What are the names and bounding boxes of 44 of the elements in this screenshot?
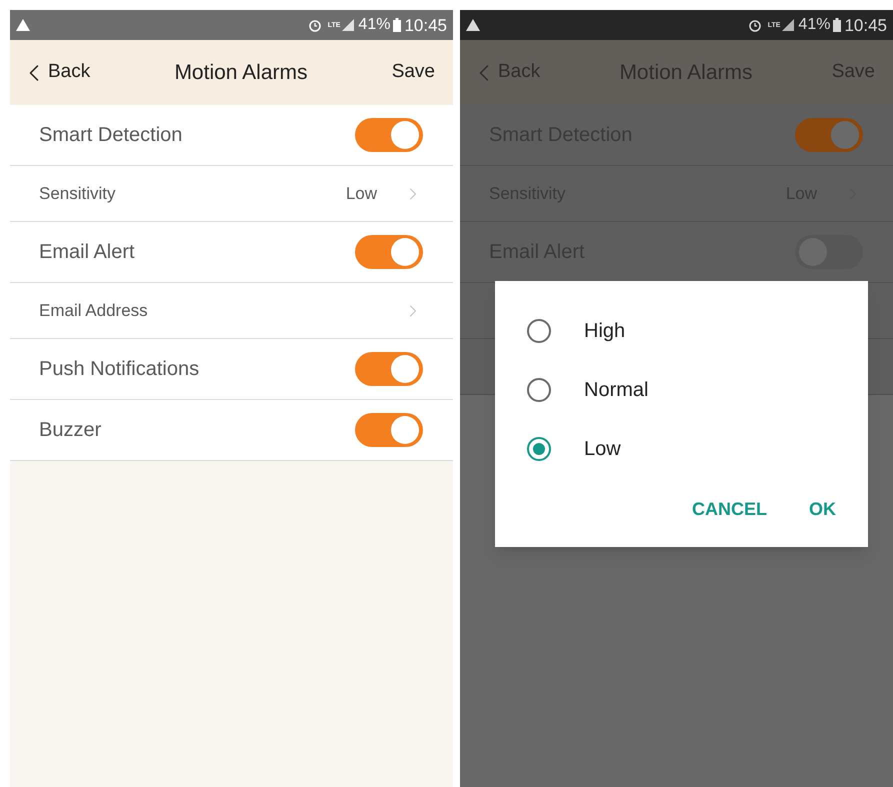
toggle-switch[interactable] [795, 118, 863, 152]
radio-button[interactable] [527, 318, 551, 342]
battery-icon [833, 18, 842, 32]
radio-option[interactable]: Low [495, 419, 868, 478]
radio-button[interactable] [527, 378, 551, 402]
settings-row[interactable]: Buzzer [10, 400, 453, 461]
radio-button[interactable] [527, 436, 551, 460]
toggle-switch[interactable] [355, 413, 423, 447]
setting-label: Email Alert [39, 240, 135, 265]
option-label: High [584, 318, 626, 344]
signal-icon [342, 19, 354, 31]
toggle-switch[interactable] [355, 235, 423, 269]
warning-icon [16, 19, 30, 31]
battery-percent: 41% [798, 17, 830, 33]
signal-icon [782, 19, 794, 31]
save-button[interactable]: Save [392, 58, 435, 87]
back-button[interactable]: Back [20, 58, 90, 87]
setting-value: Low [346, 182, 377, 205]
settings-row[interactable]: Smart Detection [10, 105, 453, 166]
settings-row[interactable]: Email Alert [10, 222, 453, 283]
radio-option[interactable]: High [495, 301, 868, 360]
option-label: Low [584, 436, 621, 462]
dialog-button[interactable]: CANCEL [680, 490, 779, 529]
setting-label: Email Address [39, 300, 148, 322]
setting-label: Push Notifications [39, 357, 200, 382]
toggle-switch[interactable] [355, 352, 423, 386]
setting-label: Buzzer [39, 418, 102, 443]
warning-icon [466, 19, 480, 31]
setting-label: Sensitivity [39, 182, 116, 205]
option-label: Normal [584, 378, 648, 402]
battery-percent: 41% [358, 17, 390, 33]
clock-time: 10:45 [404, 16, 447, 34]
toggle-switch[interactable] [355, 118, 423, 152]
settings-row[interactable]: Email Address [10, 283, 453, 339]
settings-row[interactable]: Push Notifications [10, 339, 453, 400]
page-title: Motion Alarms [173, 60, 308, 86]
settings-row[interactable]: Sensitivity Low [10, 166, 453, 222]
setting-label: Smart Detection [39, 123, 182, 148]
alarm-clock-icon [308, 18, 322, 32]
dialog-button[interactable]: OK [797, 490, 848, 529]
alarm-clock-icon [748, 18, 762, 32]
clock-time: 10:45 [844, 16, 887, 34]
radio-option[interactable]: Normal [495, 360, 868, 419]
battery-icon [393, 18, 402, 32]
